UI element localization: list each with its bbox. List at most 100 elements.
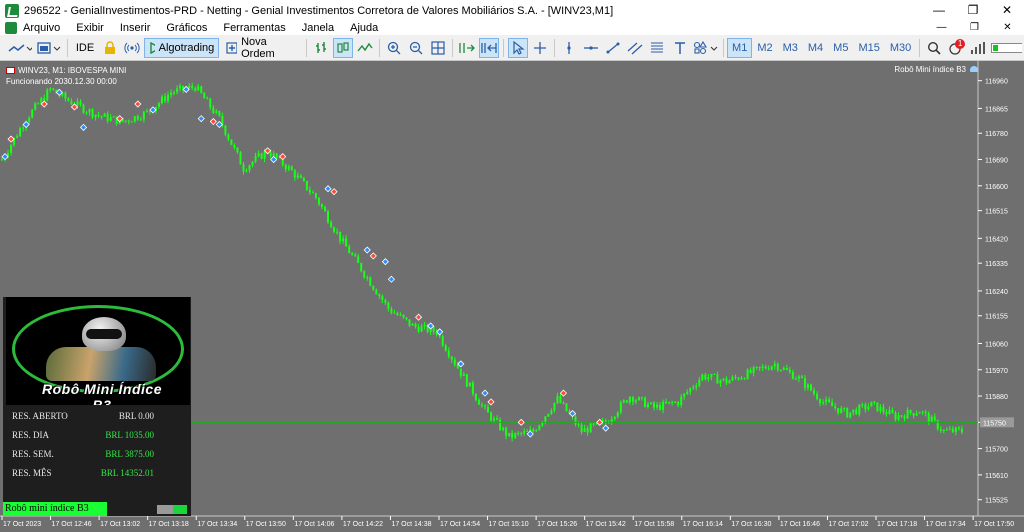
logo-body [46,347,156,381]
price-axis-label: 115610 [985,473,1008,480]
notifications-button[interactable]: 1 [946,38,966,58]
candle-body [248,165,251,171]
candle-body [631,396,634,402]
candlestick-button[interactable] [333,38,354,58]
candle-body [130,121,133,123]
timeframe-m1[interactable]: M1 [727,38,753,58]
candle-body [19,128,22,137]
buy-marker [602,424,610,432]
menu-graficos[interactable]: Gráficos [166,22,207,34]
candle-body [761,366,764,368]
candle-body [713,374,716,376]
signals-button[interactable] [122,38,142,58]
candle-body [37,103,40,105]
chart-type-dropdown[interactable] [6,38,33,58]
mdi-restore-button[interactable]: ❐ [958,21,991,35]
sell-marker [134,100,142,108]
time-axis-label: 17 Oct 13:18 [149,521,189,528]
search-button[interactable] [924,38,944,58]
chart-window-icon [5,22,17,34]
zoom-in-button[interactable] [384,38,404,58]
shapes-dropdown[interactable] [692,38,719,58]
tile-windows-button[interactable] [428,38,448,58]
timeframe-m4[interactable]: M4 [803,38,828,58]
vertical-line-button[interactable] [559,38,579,58]
candle-body [456,364,459,369]
new-order-icon [226,42,238,54]
candle-body [942,429,945,431]
candle-body [619,402,622,413]
candle-body [164,96,167,101]
price-axis-label: 116060 [985,341,1008,348]
lock-icon [105,41,116,54]
candle-body [366,277,369,279]
algotrading-button[interactable]: Algotrading [144,38,220,58]
candle-body [701,374,704,380]
candle-body [547,413,550,417]
mdi-close-button[interactable]: ✕ [991,21,1024,35]
ea-toggle[interactable] [157,505,187,514]
fibonacci-button[interactable] [647,38,667,58]
zoom-out-button[interactable] [406,38,426,58]
candle-body [272,153,275,157]
template-icon [37,42,61,54]
timeframe-m5[interactable]: M5 [828,38,853,58]
time-axis-label: 17 Oct 2023 [3,521,41,528]
menu-janela[interactable]: Janela [302,22,334,34]
toolbar-separator [723,39,725,57]
candle-body [520,432,523,434]
menu-exibir[interactable]: Exibir [76,22,104,34]
timeframe-m3[interactable]: M3 [778,38,803,58]
candle-body [206,98,209,100]
line-chart-button[interactable] [355,38,375,58]
time-axis-label: 17 Oct 15:42 [586,521,626,528]
menu-ferramentas[interactable]: Ferramentas [223,22,285,34]
ea-footer-name: Robô mini índice B3 [3,502,107,516]
lock-button[interactable] [100,38,120,58]
candle-body [305,180,308,190]
price-axis-label: 116780 [985,131,1008,138]
candle-body [360,263,363,272]
candle-body [160,96,163,104]
candle-body [414,323,417,327]
crosshair-button[interactable] [530,38,550,58]
fibonacci-icon [650,42,663,53]
candle-body [755,366,758,368]
cursor-icon [513,41,525,55]
bar-chart-button[interactable] [311,38,331,58]
candle-body [176,88,179,93]
close-button[interactable]: ✕ [990,0,1024,21]
timeframe-m2[interactable]: M2 [752,38,777,58]
candle-body [809,384,812,391]
candle-body [351,253,354,255]
zigzag-line-icon [357,42,373,52]
text-tool-button[interactable] [669,38,690,58]
mdi-minimize-button[interactable]: — [925,21,958,35]
candle-body [686,391,689,394]
maximize-button[interactable]: ❐ [956,0,990,21]
candle-body [76,101,79,107]
templates-dropdown[interactable] [35,38,62,58]
new-order-button[interactable]: Nova Ordem [221,36,302,60]
candle-body [852,409,855,413]
price-axis-label: 115525 [985,498,1008,505]
menu-inserir[interactable]: Inserir [120,22,151,34]
candle-body [330,222,333,228]
cursor-button[interactable] [507,38,528,58]
timeframe-m15[interactable]: M15 [853,38,884,58]
trendline-button[interactable] [603,38,623,58]
chart-shift-button[interactable] [479,38,500,58]
candle-body [287,166,290,170]
candle-body [891,409,894,413]
candle-body [399,314,402,316]
auto-scroll-button[interactable] [457,38,477,58]
minimize-button[interactable]: — [922,0,956,21]
ide-button[interactable]: IDE [72,38,99,58]
menu-ajuda[interactable]: Ajuda [350,22,378,34]
timeframe-m30[interactable]: M30 [885,38,916,58]
chart-area[interactable]: 116960 116865 116780 116690 116600 116515 1164… [0,61,1024,532]
channel-button[interactable] [625,38,645,58]
candle-body [933,416,936,421]
horizontal-line-button[interactable] [581,38,601,58]
menu-arquivo[interactable]: Arquivo [23,22,60,34]
